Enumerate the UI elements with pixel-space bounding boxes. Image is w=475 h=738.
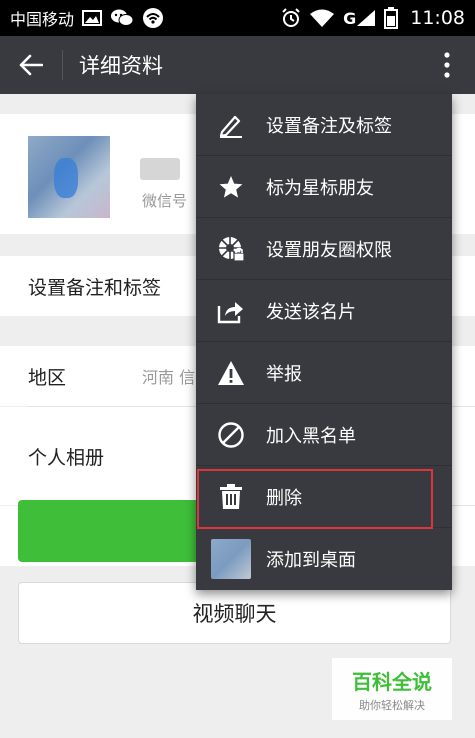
block-icon: [196, 421, 266, 449]
region-label: 地区: [28, 366, 67, 389]
overflow-menu: 设置备注及标签 标为星标朋友 设置朋友圈权限 发送该名片 举报 加入黑名单 删除…: [196, 94, 452, 590]
region-value: 河南 信: [142, 368, 196, 387]
wifi-signal-icon: [309, 8, 335, 28]
remark-label: 设置备注和标签: [28, 276, 162, 299]
avatar[interactable]: [28, 136, 110, 218]
wifi-icon: [142, 7, 164, 29]
trash-icon: [196, 483, 266, 510]
avatar-thumbnail: [196, 539, 266, 579]
watermark-subtitle: 助你轻松解决: [359, 699, 425, 712]
watermark-title: 百科全说: [352, 670, 432, 694]
menu-item-moments-permission[interactable]: 设置朋友圈权限: [196, 218, 452, 280]
image-icon: [82, 10, 103, 26]
album-label: 个人相册: [28, 446, 105, 469]
menu-item-send-card[interactable]: 发送该名片: [196, 280, 452, 342]
carrier-label: 中国移动: [10, 10, 75, 29]
moments-lock-icon: [196, 235, 266, 263]
pencil-icon: [196, 112, 266, 138]
network-type-label: G: [343, 8, 357, 28]
star-icon: [196, 174, 266, 200]
back-arrow-icon: [19, 54, 43, 76]
more-menu-button[interactable]: [419, 36, 475, 94]
nickname-blurred: [140, 158, 180, 180]
menu-item-report[interactable]: 举报: [196, 342, 452, 404]
menu-item-add-to-desktop[interactable]: 添加到桌面: [196, 528, 452, 590]
title-divider: [62, 50, 63, 80]
wechat-icon: [110, 8, 134, 28]
alarm-icon: [281, 8, 301, 28]
menu-item-label: 设置备注及标签: [266, 115, 392, 137]
watermark: 百科全说 助你轻松解决: [332, 658, 452, 720]
menu-item-label: 添加到桌面: [266, 550, 356, 571]
clock: 11:08: [410, 7, 465, 29]
menu-item-label: 发送该名片: [266, 301, 356, 323]
menu-item-set-remark[interactable]: 设置备注及标签: [196, 94, 452, 156]
menu-item-label: 加入黑名单: [266, 425, 356, 447]
wechat-id-label: 微信号: [142, 192, 188, 210]
title-bar: 详细资料: [0, 36, 475, 94]
battery-icon: [384, 7, 399, 29]
more-vert-icon: [444, 52, 450, 78]
page-title: 详细资料: [79, 54, 163, 78]
menu-item-label: 设置朋友圈权限: [266, 239, 392, 261]
share-icon: [196, 298, 266, 324]
cell-signal-icon: G: [343, 9, 376, 28]
menu-item-star-friend[interactable]: 标为星标朋友: [196, 156, 452, 218]
back-button[interactable]: [0, 36, 62, 94]
menu-item-label: 删除: [266, 487, 302, 509]
warning-icon: [196, 360, 266, 386]
menu-item-blacklist[interactable]: 加入黑名单: [196, 404, 452, 466]
menu-item-delete[interactable]: 删除: [196, 466, 452, 528]
menu-item-label: 举报: [266, 363, 302, 385]
status-bar: 中国移动 G 11:08: [0, 0, 475, 36]
menu-item-label: 标为星标朋友: [266, 177, 374, 199]
video-call-button[interactable]: 视频聊天: [18, 582, 451, 644]
